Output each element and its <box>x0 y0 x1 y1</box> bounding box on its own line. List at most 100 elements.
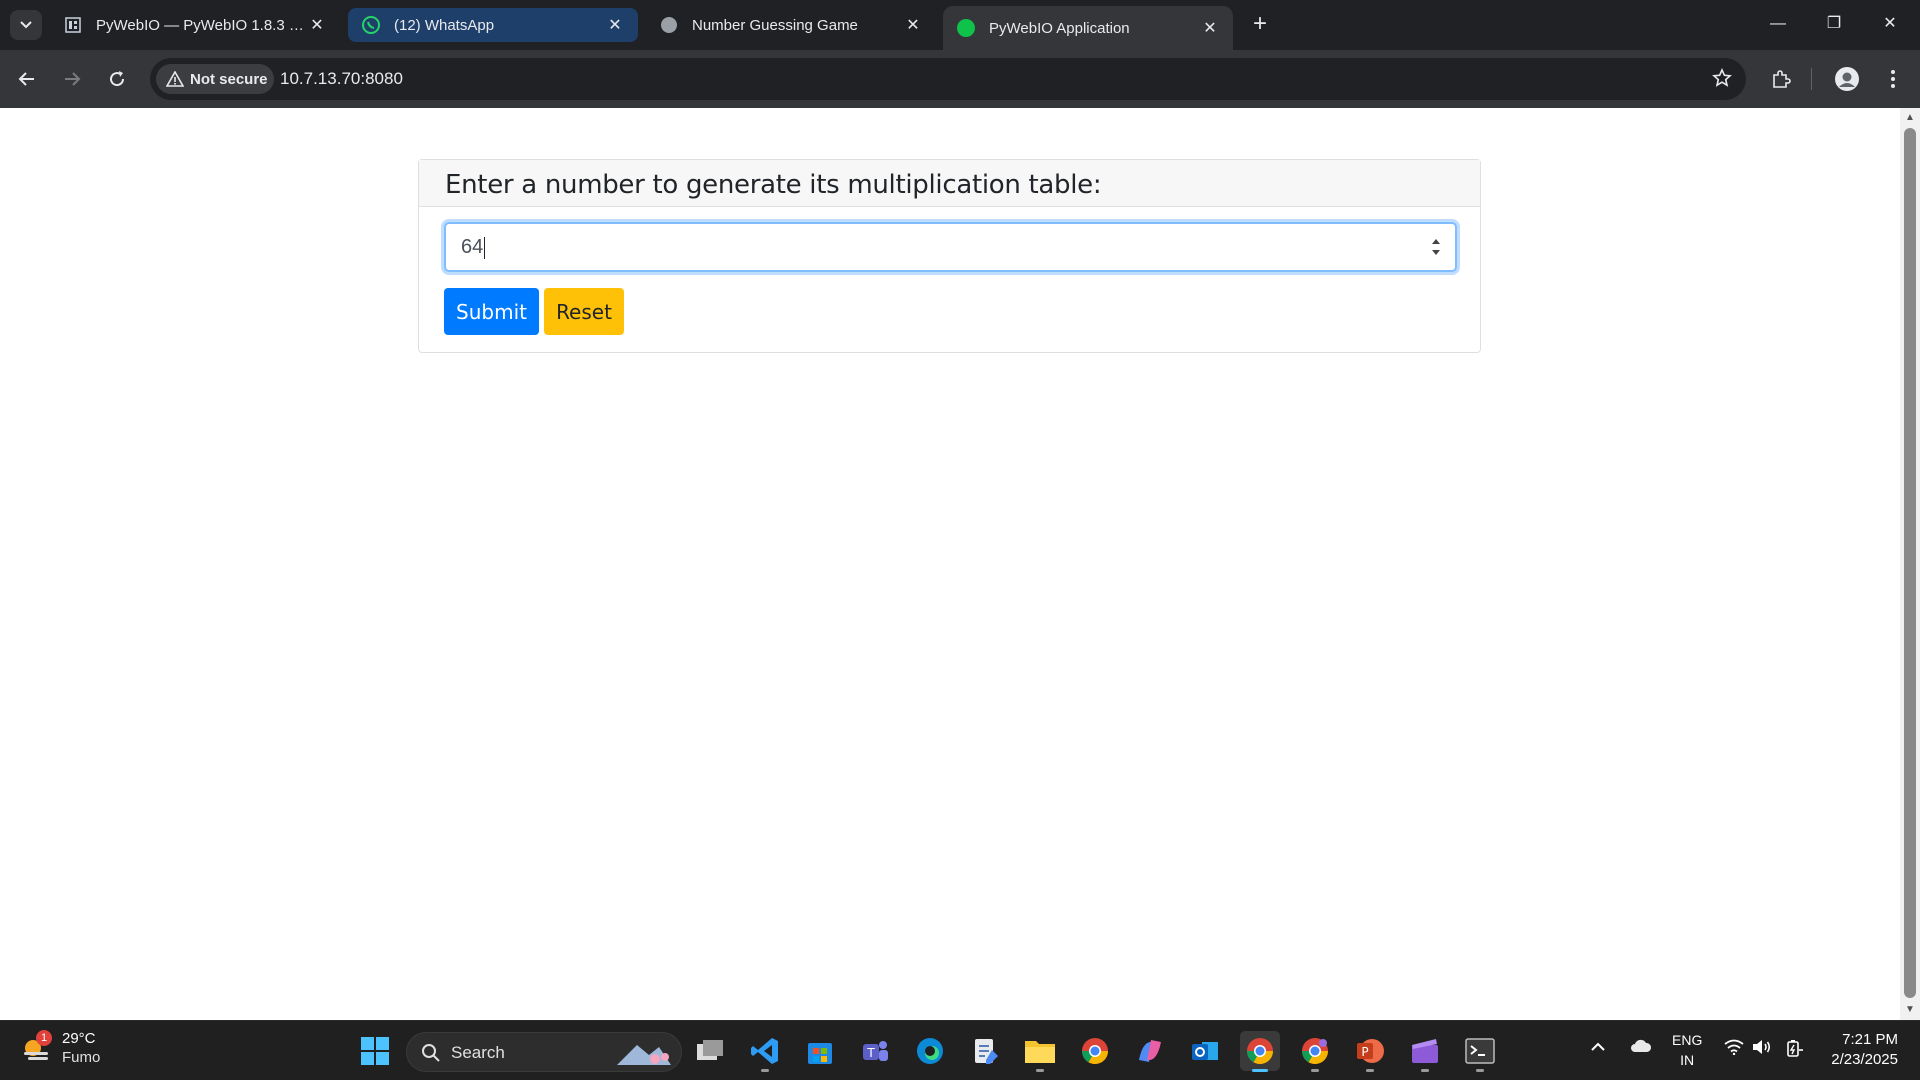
windows-logo-icon <box>361 1037 389 1065</box>
close-window-button[interactable]: ✕ <box>1870 10 1910 38</box>
copilot-app[interactable] <box>1130 1031 1170 1071</box>
edge-icon <box>917 1038 943 1064</box>
browser-menu-button[interactable] <box>1878 64 1908 94</box>
number-spinner[interactable] <box>1429 236 1443 258</box>
powerpoint-app[interactable]: P <box>1350 1031 1390 1072</box>
profile-avatar[interactable] <box>1832 64 1862 94</box>
restore-button[interactable]: ❐ <box>1814 10 1854 38</box>
scrollbar-thumb[interactable] <box>1904 128 1916 998</box>
copilot-icon <box>1139 1040 1161 1062</box>
onedrive-tray[interactable] <box>1630 1039 1652 1056</box>
terminal-icon <box>1465 1038 1495 1064</box>
weather-widget[interactable]: 1 29°C Fumo <box>20 1029 100 1067</box>
running-indicator <box>1252 1069 1268 1072</box>
running-indicator <box>1311 1069 1319 1072</box>
warning-icon <box>166 71 184 87</box>
globe-icon <box>660 16 678 34</box>
address-bar[interactable]: Not secure 10.7.13.70:8080 <box>150 58 1746 100</box>
wifi-icon <box>1724 1039 1744 1056</box>
tab-title: (12) WhatsApp <box>394 16 495 34</box>
weather-badge: 1 <box>36 1030 52 1046</box>
tab-pywebio-docs[interactable]: PyWebIO — PyWebIO 1.8.3 documentation ✕ <box>50 8 340 42</box>
weather-condition: Fumo <box>62 1049 101 1066</box>
terminal-app[interactable] <box>1460 1031 1500 1072</box>
system-clock[interactable]: 7:21 PM 2/23/2025 <box>1831 1030 1898 1070</box>
tab-title: Number Guessing Game <box>692 16 858 34</box>
search-label: Search <box>451 1043 505 1062</box>
outlook-app[interactable] <box>1185 1031 1225 1071</box>
reload-icon <box>110 71 125 87</box>
file-explorer-app[interactable] <box>1020 1031 1060 1072</box>
page-scrollbar[interactable]: ▲ ▼ <box>1900 108 1920 1020</box>
svg-text:P: P <box>1361 1045 1368 1059</box>
input-value: 64 <box>461 236 484 258</box>
task-view-button[interactable] <box>690 1031 730 1071</box>
microsoft-store-app[interactable] <box>800 1031 840 1071</box>
running-indicator <box>1366 1069 1374 1072</box>
volume-tray[interactable] <box>1752 1039 1772 1058</box>
docs-favicon-icon <box>64 16 82 34</box>
notepad-app[interactable] <box>965 1031 1005 1071</box>
running-indicator <box>1036 1069 1044 1072</box>
tab-title: PyWebIO Application <box>989 19 1130 37</box>
vscode-app[interactable] <box>745 1031 785 1072</box>
chrome-app[interactable] <box>1075 1031 1115 1071</box>
lang-code: ENG <box>1672 1032 1703 1048</box>
forward-button[interactable] <box>57 64 87 94</box>
wifi-tray[interactable] <box>1724 1039 1744 1058</box>
bookmark-star-icon[interactable] <box>1712 68 1732 93</box>
teams-icon: T <box>863 1041 888 1061</box>
green-dot-icon <box>957 19 975 37</box>
speaker-icon <box>1753 1040 1771 1054</box>
clock-date: 2/23/2025 <box>1831 1051 1898 1068</box>
cloud-icon <box>1631 1039 1652 1052</box>
tab-whatsapp[interactable]: (12) WhatsApp ✕ <box>348 8 638 42</box>
task-view-icon <box>697 1040 723 1060</box>
battery-charging-icon <box>1787 1040 1803 1057</box>
reset-button[interactable]: Reset <box>544 288 624 335</box>
chrome-icon <box>1246 1038 1274 1065</box>
tab-pywebio-application[interactable]: PyWebIO Application ✕ <box>943 6 1233 50</box>
scroll-down-arrow[interactable]: ▼ <box>1904 1004 1916 1016</box>
chevron-down-icon <box>20 21 32 29</box>
show-hidden-icons-button[interactable] <box>1590 1039 1606 1054</box>
weather-temp: 29°C <box>62 1030 96 1047</box>
number-input[interactable]: 64 <box>444 222 1457 272</box>
chrome-profile-app-active[interactable] <box>1240 1031 1280 1072</box>
arrow-right-icon <box>65 72 81 86</box>
clipchamp-app[interactable] <box>1405 1031 1445 1072</box>
battery-tray[interactable] <box>1784 1039 1804 1060</box>
chrome-profile-app[interactable] <box>1295 1031 1335 1072</box>
weather-icon: 1 <box>20 1030 52 1064</box>
new-tab-button[interactable]: + <box>1247 12 1273 38</box>
scroll-up-arrow[interactable]: ▲ <box>1904 112 1916 124</box>
edge-app[interactable] <box>910 1031 950 1071</box>
close-icon[interactable]: ✕ <box>308 15 326 35</box>
puzzle-icon <box>1773 70 1791 88</box>
folder-icon <box>1025 1041 1055 1063</box>
close-icon[interactable]: ✕ <box>606 15 624 35</box>
reload-button[interactable] <box>102 64 132 94</box>
start-button[interactable] <box>355 1031 395 1071</box>
search-highlight-icon <box>617 1045 671 1065</box>
running-indicator <box>1421 1069 1429 1072</box>
notepad-icon <box>975 1039 998 1064</box>
url-text[interactable]: 10.7.13.70:8080 <box>280 69 403 89</box>
back-button[interactable] <box>12 64 42 94</box>
site-info-chip[interactable]: Not secure <box>156 64 274 94</box>
close-icon[interactable]: ✕ <box>1201 18 1219 38</box>
minimize-button[interactable]: — <box>1758 10 1798 38</box>
running-indicator <box>761 1069 769 1072</box>
teams-app[interactable]: T <box>855 1031 895 1071</box>
tab-search-button[interactable] <box>10 10 42 40</box>
submit-button[interactable]: Submit <box>444 288 539 335</box>
tab-number-guessing-game[interactable]: Number Guessing Game ✕ <box>646 8 936 42</box>
tab-title: PyWebIO — PyWebIO 1.8.3 documentation <box>96 16 308 34</box>
taskbar-search[interactable]: Search <box>406 1032 682 1072</box>
kebab-menu-icon <box>1891 70 1895 88</box>
browser-tab-strip: PyWebIO — PyWebIO 1.8.3 documentation ✕ … <box>0 0 1920 50</box>
extensions-button[interactable] <box>1766 64 1796 94</box>
language-indicator[interactable]: ENG IN <box>1672 1030 1702 1070</box>
region-code: IN <box>1680 1052 1695 1068</box>
close-icon[interactable]: ✕ <box>904 15 922 35</box>
